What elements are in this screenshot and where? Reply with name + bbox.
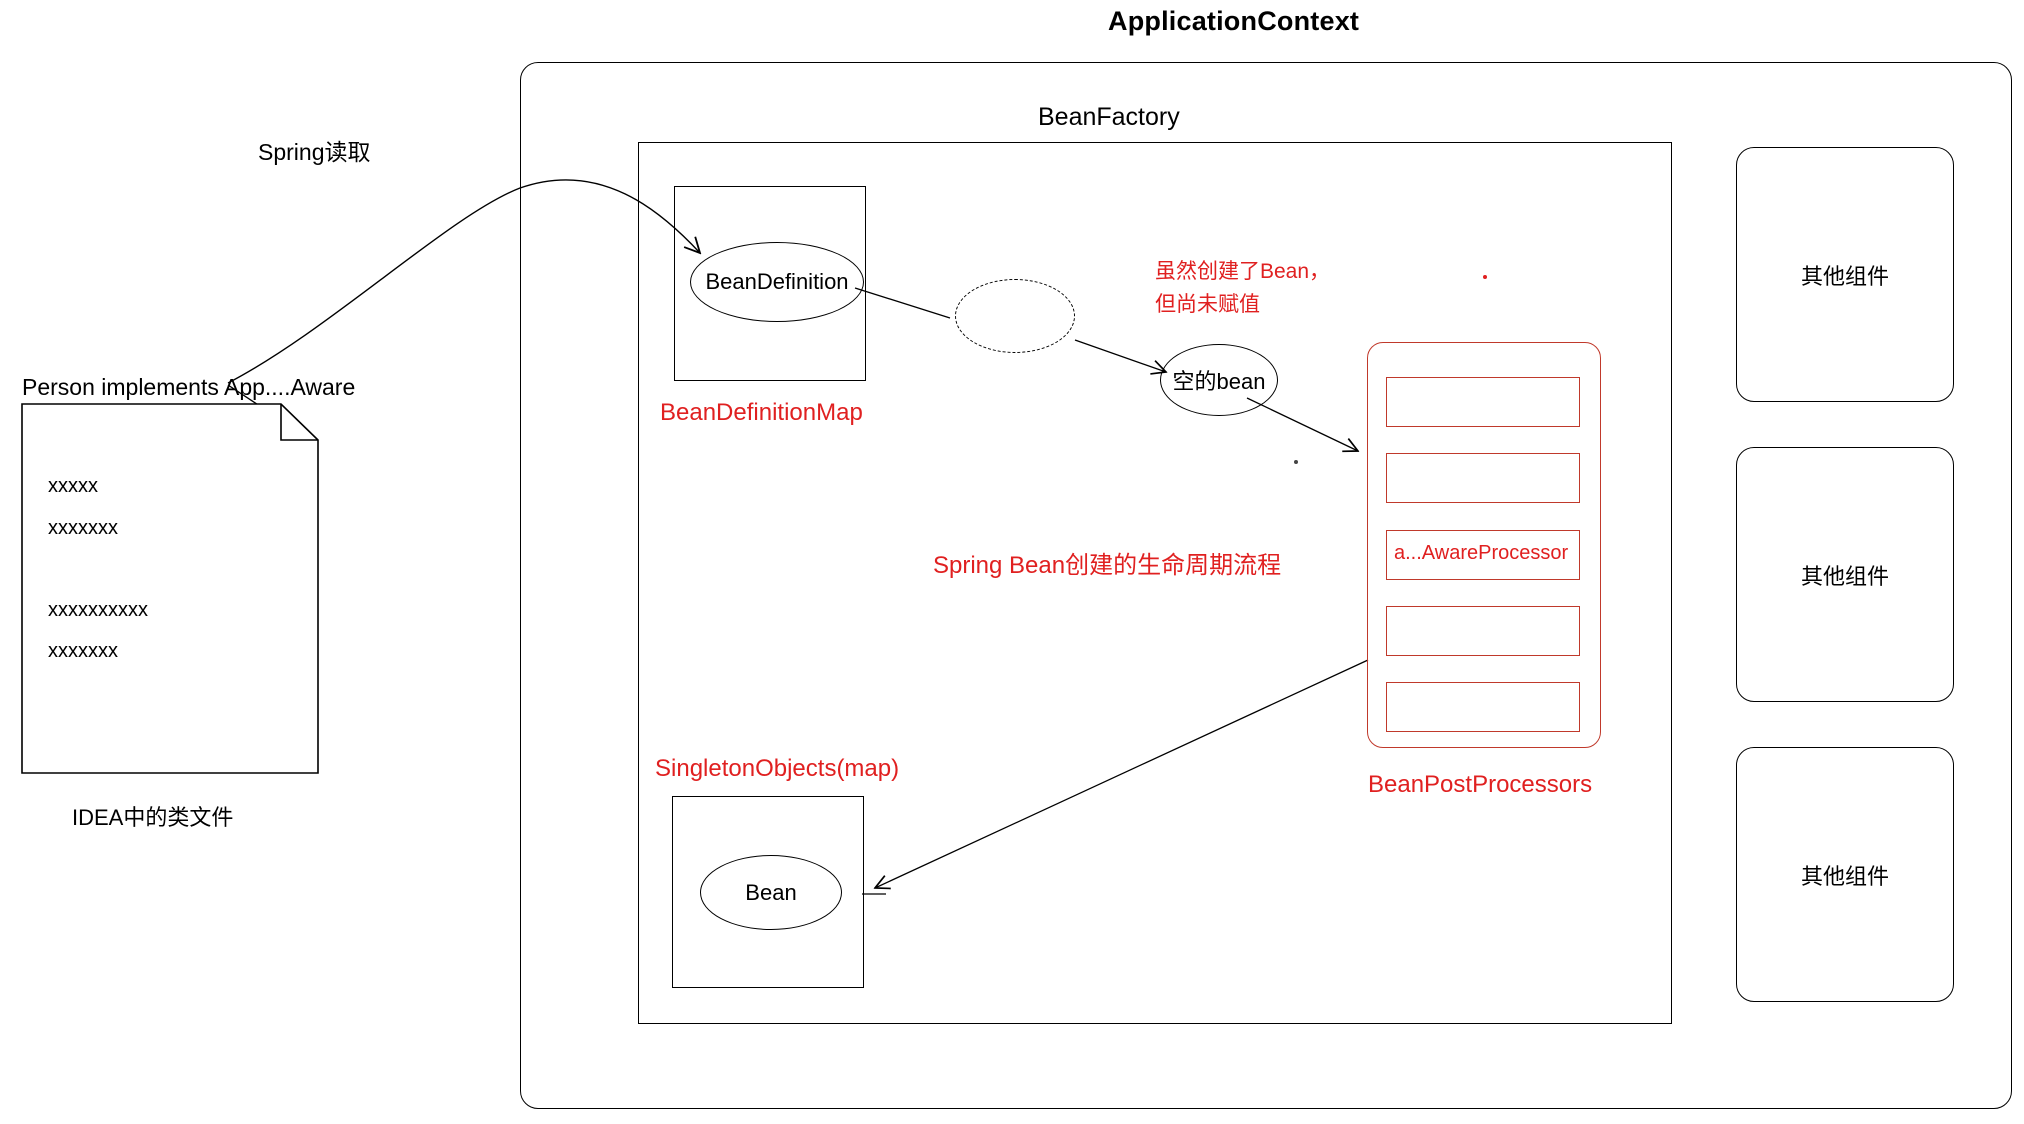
beanpostprocessors-caption: BeanPostProcessors [1368, 771, 1593, 798]
other-component-box-1[interactable]: 其他组件 [1736, 147, 1954, 402]
singleton-bean-label: Bean [745, 879, 797, 905]
bpp-item-1[interactable] [1386, 377, 1580, 427]
bpp-item-4[interactable] [1386, 606, 1580, 656]
bpp-item-3[interactable]: a...AwareProcessor [1386, 530, 1580, 580]
page-title: ApplicationContext [1108, 6, 1360, 36]
empty-bean-label: 空的bean [1172, 369, 1266, 394]
doc-line-3: xxxxxxxxxx [48, 599, 148, 621]
spring-read-label: Spring读取 [258, 139, 371, 165]
beandefinition-label: BeanDefinition [705, 269, 849, 294]
lifecycle-flow-label: Spring Bean创建的生命周期流程 [933, 552, 1282, 579]
beandefinition-node: BeanDefinition [690, 242, 864, 322]
empty-bean-annotation-line-2: 但尚未赋值 [1155, 293, 1260, 316]
bpp-item-3-label: a...AwareProcessor [1394, 542, 1569, 564]
singletonobjects-caption: SingletonObjects(map) [655, 755, 900, 782]
singleton-bean-node: Bean [700, 855, 842, 930]
other-component-box-2[interactable]: 其他组件 [1736, 447, 1954, 702]
class-file-caption: IDEA中的类文件 [72, 805, 234, 830]
other-component-box-3[interactable]: 其他组件 [1736, 747, 1954, 1002]
beanfactory-title: BeanFactory [1038, 103, 1180, 131]
intermediate-dashed-node [955, 279, 1075, 353]
diagram-canvas: ApplicationContext BeanFactory Spring读取 … [0, 0, 2024, 1124]
doc-line-4: xxxxxxx [48, 640, 118, 662]
other-component-label-1: 其他组件 [1800, 263, 1889, 289]
doc-line-1: xxxxx [48, 475, 98, 497]
class-file-fold [280, 404, 318, 441]
other-component-label-3: 其他组件 [1800, 863, 1889, 889]
bpp-item-2[interactable] [1386, 453, 1580, 503]
bpp-item-5[interactable] [1386, 682, 1580, 732]
doc-line-2: xxxxxxx [48, 517, 118, 539]
beandefinitionmap-caption: BeanDefinitionMap [660, 399, 863, 426]
other-component-label-2: 其他组件 [1800, 563, 1889, 589]
class-file-shape [21, 403, 319, 774]
class-signature-label: Person implements App....Aware [22, 374, 356, 400]
beanpostprocessors-container: a...AwareProcessor [1367, 342, 1601, 748]
empty-bean-annotation-line-1: 虽然创建了Bean， [1155, 260, 1331, 283]
empty-bean-node: 空的bean [1160, 344, 1278, 416]
